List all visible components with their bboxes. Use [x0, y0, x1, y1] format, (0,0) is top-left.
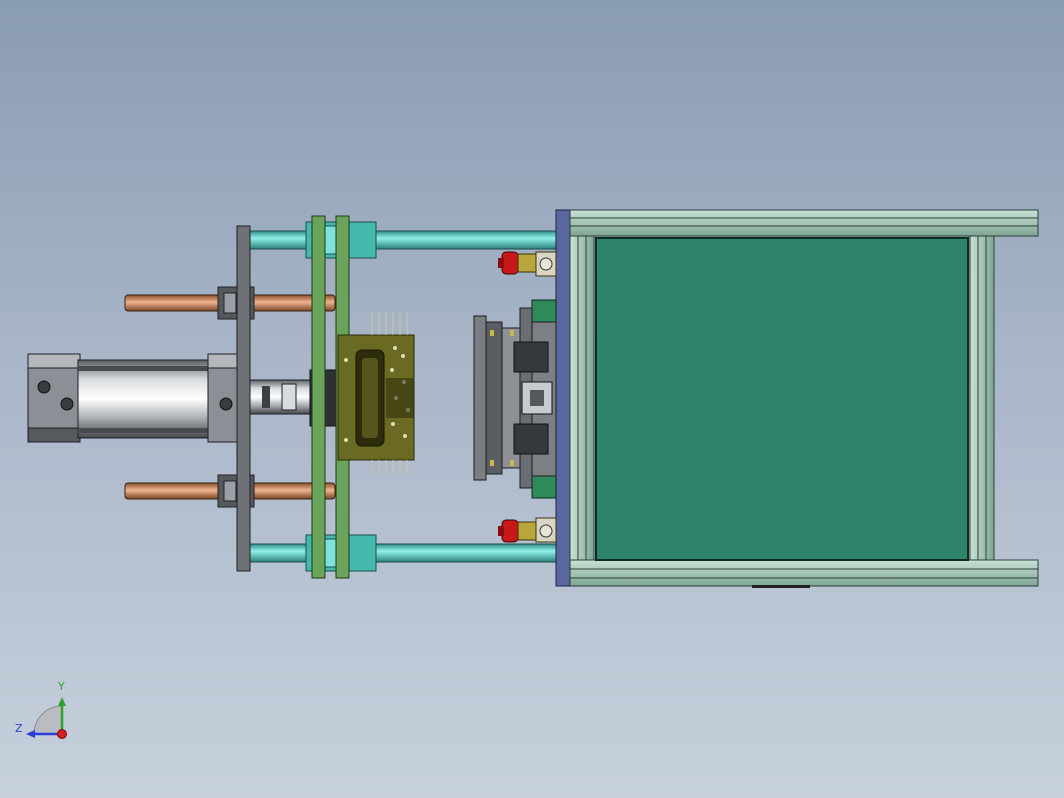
assembly-drawing — [26, 209, 1039, 739]
cad-viewport[interactable]: Y Z — [0, 0, 1064, 798]
cylinder-mount-plate — [236, 225, 251, 572]
axis-triad — [26, 697, 67, 739]
pcb-fixture — [337, 312, 415, 474]
main-frame — [555, 209, 1039, 588]
x-axis-dot — [57, 729, 67, 739]
triad-z-label: Z — [15, 722, 23, 735]
fixed-jig — [473, 299, 557, 499]
pneumatic-cylinder — [27, 353, 339, 443]
triad-y-label: Y — [58, 680, 65, 693]
